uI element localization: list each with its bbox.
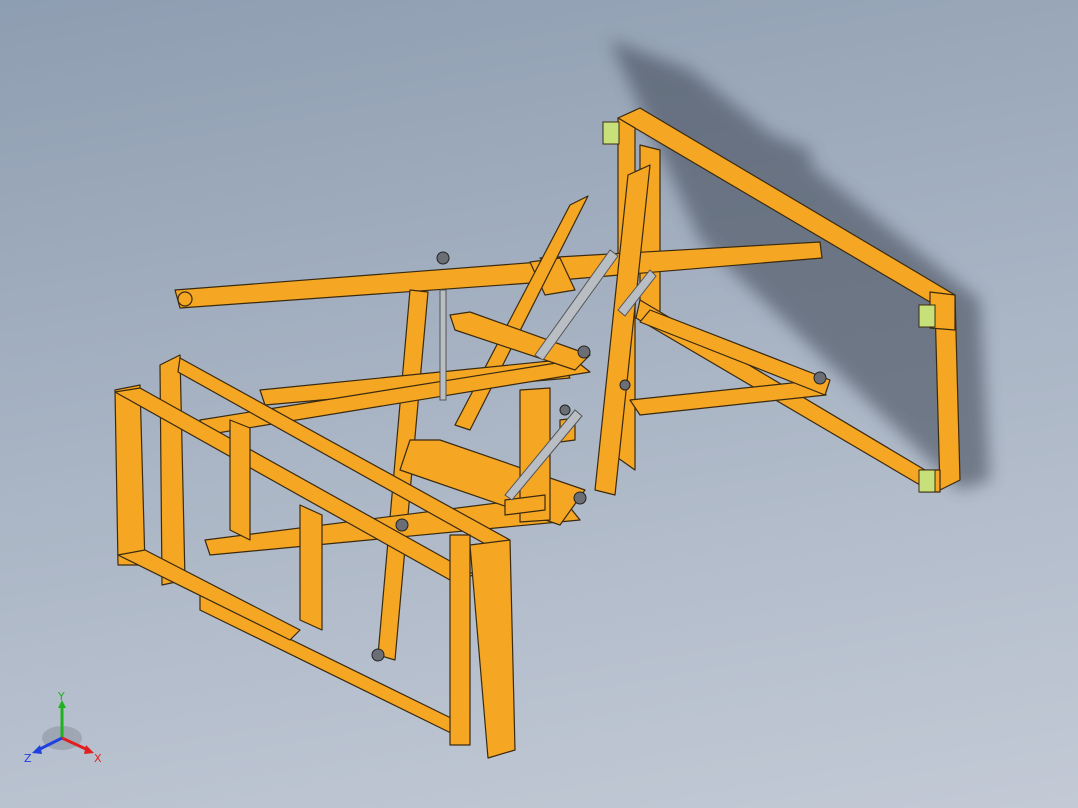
graphics-viewport[interactable]: Y X Z xyxy=(0,0,1078,808)
z-axis-label: Z xyxy=(24,752,32,765)
orientation-triad[interactable]: Y X Z xyxy=(22,690,112,770)
x-axis-label: X xyxy=(94,752,102,765)
cad-model-view[interactable] xyxy=(0,0,1078,808)
z-axis-head xyxy=(32,745,42,754)
y-axis-label: Y xyxy=(57,690,65,703)
x-axis-head xyxy=(84,745,94,754)
upper-arm[interactable] xyxy=(174,241,823,309)
